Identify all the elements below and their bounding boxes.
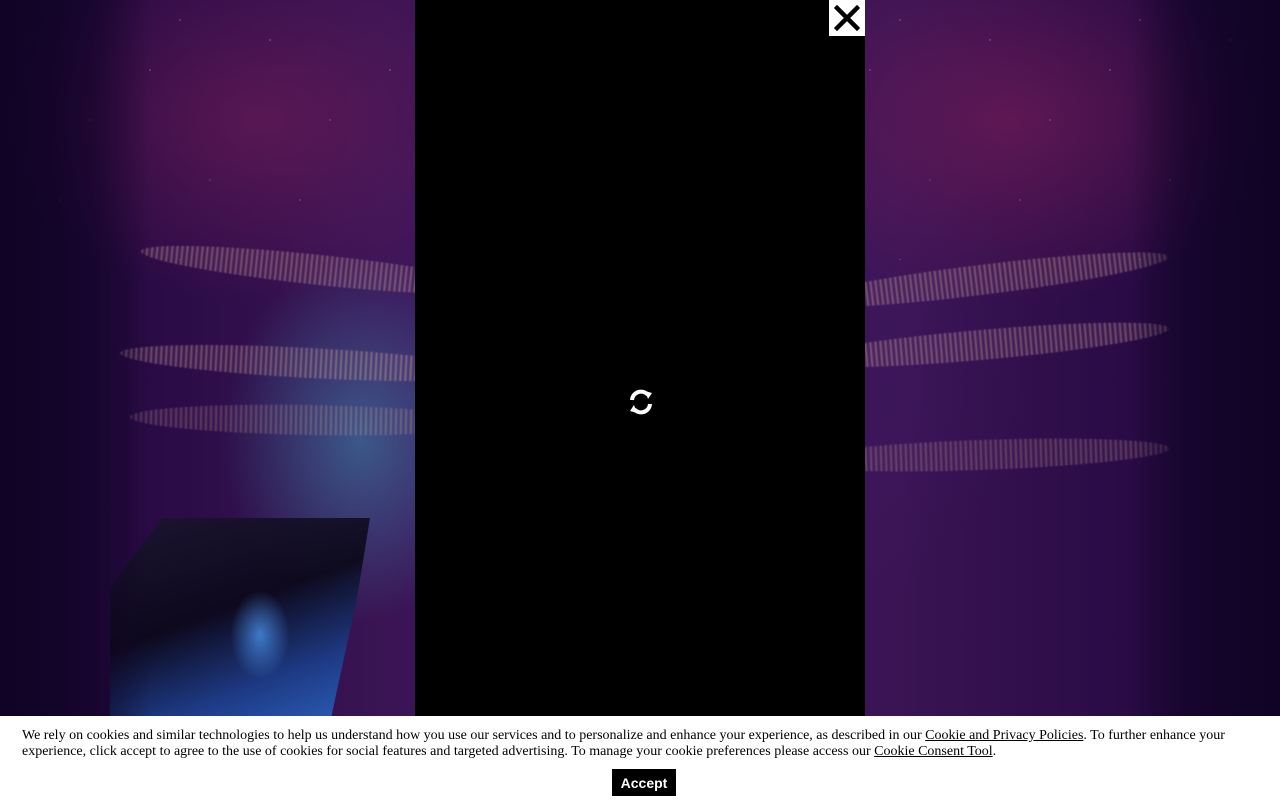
close-modal-button[interactable] (829, 0, 865, 36)
refresh-spinner-icon (630, 389, 652, 415)
cookie-consent-banner: We rely on cookies and similar technolog… (0, 716, 1280, 800)
cookie-consent-text: We rely on cookies and similar technolog… (22, 728, 1258, 760)
piano-glow-decoration (230, 590, 290, 680)
accept-cookies-button[interactable]: Accept (612, 769, 676, 796)
cookie-privacy-policies-link[interactable]: Cookie and Privacy Policies (925, 728, 1083, 743)
right-edge-shade (1130, 0, 1280, 800)
close-icon (834, 5, 860, 31)
left-edge-shade (0, 0, 150, 800)
video-modal[interactable] (415, 0, 865, 716)
cookie-consent-tool-link[interactable]: Cookie Consent Tool (874, 744, 993, 759)
cookie-text-part: . (992, 744, 997, 759)
cookie-text-part: We rely on cookies and similar technolog… (22, 728, 926, 743)
